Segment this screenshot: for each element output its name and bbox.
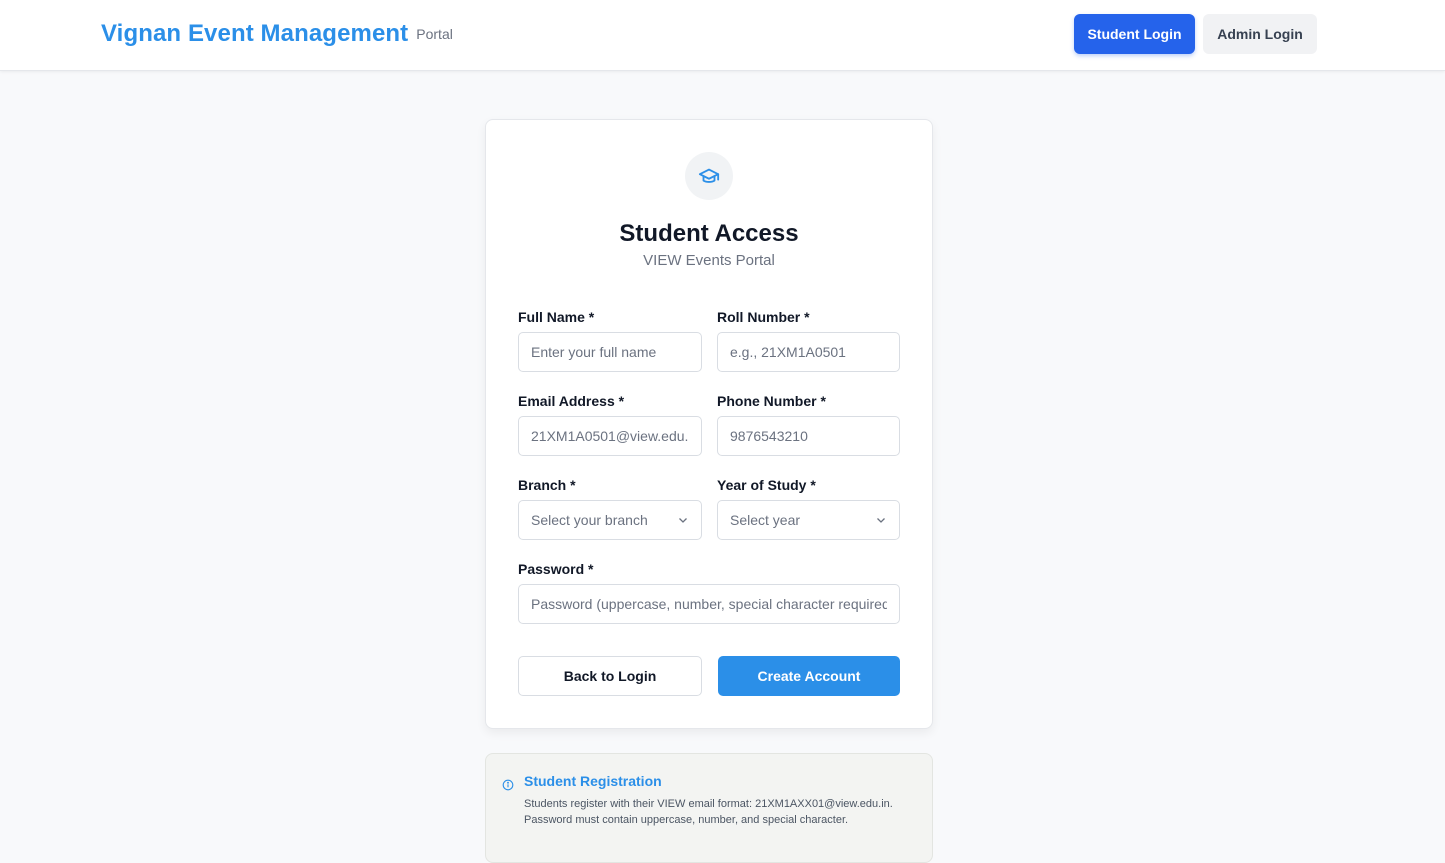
create-account-button[interactable]: Create Account — [718, 656, 900, 696]
email-input[interactable] — [518, 416, 702, 456]
registration-card: Student Access VIEW Events Portal Full N… — [485, 119, 933, 729]
info-panel: Student Registration Students register w… — [485, 753, 933, 863]
student-login-button[interactable]: Student Login — [1074, 14, 1195, 54]
year-label: Year of Study * — [717, 477, 816, 493]
roll-number-input[interactable] — [717, 332, 900, 372]
roll-number-label: Roll Number * — [717, 309, 810, 325]
chevron-down-icon — [677, 514, 689, 526]
branch-label: Branch * — [518, 477, 576, 493]
brand: Vignan Event Management Portal — [101, 20, 453, 48]
full-name-label: Full Name * — [518, 309, 595, 325]
info-title: Student Registration — [524, 773, 662, 789]
password-input[interactable] — [518, 584, 900, 624]
phone-label: Phone Number * — [717, 393, 826, 409]
back-to-login-button[interactable]: Back to Login — [518, 656, 702, 696]
full-name-input[interactable] — [518, 332, 702, 372]
info-text: Students register with their VIEW email … — [524, 798, 893, 826]
brand-title[interactable]: Vignan Event Management — [101, 20, 408, 48]
card-subtitle: VIEW Events Portal — [643, 252, 775, 269]
graduation-cap-icon — [685, 152, 733, 200]
admin-login-button[interactable]: Admin Login — [1203, 14, 1317, 54]
password-label: Password * — [518, 561, 594, 577]
branch-select[interactable]: Select your branch — [518, 500, 702, 540]
brand-subtitle: Portal — [416, 26, 453, 42]
year-select-value: Select year — [730, 512, 801, 528]
branch-select-value: Select your branch — [531, 512, 648, 528]
chevron-down-icon — [875, 514, 887, 526]
card-title: Student Access — [619, 220, 799, 247]
top-navbar: Vignan Event Management Portal Student L… — [0, 0, 1445, 71]
email-label: Email Address * — [518, 393, 625, 409]
year-select[interactable]: Select year — [717, 500, 900, 540]
info-icon — [502, 778, 514, 796]
phone-input[interactable] — [717, 416, 900, 456]
